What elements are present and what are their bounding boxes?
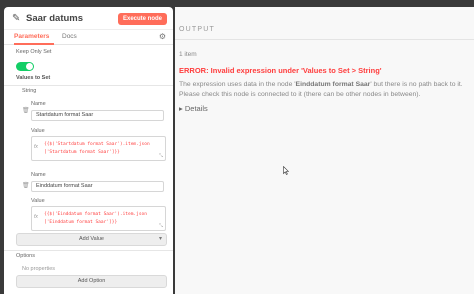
error-node-name: Einddatum format Saar (295, 81, 371, 88)
no-properties-text: No properties (22, 266, 56, 272)
add-value-label: Add Value (79, 236, 104, 242)
options-label: Options (16, 253, 35, 259)
trash-icon[interactable]: 🗑 (22, 182, 30, 189)
expression-input[interactable]: fx {{$('Einddatum format Saar').item.jso… (31, 206, 166, 231)
node-title[interactable]: Saar datums (26, 13, 83, 24)
name-input[interactable]: Startdatum format Saar (31, 110, 164, 121)
resize-handle-icon[interactable]: ⤡ (159, 153, 163, 159)
trash-icon[interactable]: 🗑 (22, 107, 30, 114)
execute-node-button[interactable]: Execute node (117, 13, 167, 25)
value-label: Value (31, 128, 45, 134)
details-toggle[interactable]: ▸ Details (179, 104, 208, 113)
error-title: ERROR: Invalid expression under 'Values … (179, 66, 382, 75)
value-label: Value (31, 198, 45, 204)
output-panel: OUTPUT 1 item ERROR: Invalid expression … (175, 7, 474, 294)
expression-line: {{$('Startdatum format Saar').item.json (44, 142, 150, 147)
values-to-set-label: Values to Set (16, 75, 51, 81)
pencil-icon[interactable]: ✎ (12, 13, 23, 24)
tab-parameters[interactable]: Parameters (14, 33, 49, 40)
node-header: ✎ Saar datums Execute node (4, 7, 173, 30)
keep-only-set-toggle[interactable] (16, 62, 34, 71)
expression-input[interactable]: fx {{$('Startdatum format Saar').item.js… (31, 136, 166, 161)
node-panel: ✎ Saar datums Execute node Parameters Do… (4, 7, 173, 294)
add-value-button[interactable]: Add Value ▾ (16, 233, 167, 246)
divider (4, 85, 173, 86)
name-label: Name (31, 172, 46, 178)
keep-only-set-label: Keep Only Set (16, 49, 52, 55)
tab-bar: Parameters Docs ⚙ (4, 30, 173, 45)
gear-icon[interactable]: ⚙ (159, 32, 166, 41)
add-option-label: Add Option (77, 278, 106, 284)
error-message: The expression uses data in the node 'Ei… (179, 80, 467, 100)
add-option-button[interactable]: Add Option (16, 275, 167, 288)
resize-handle-icon[interactable]: ⤡ (159, 223, 163, 229)
expression-line: {{$('Einddatum format Saar').item.json (44, 212, 147, 217)
toggle-knob (26, 63, 33, 70)
name-label: Name (31, 101, 46, 107)
name-input[interactable]: Einddatum format Saar (31, 181, 164, 192)
item-count: 1 item (179, 51, 197, 58)
expression-line: ['Startdatum format Saar']}} (44, 150, 120, 155)
error-message-part: The expression uses data in the node ' (179, 81, 296, 88)
mouse-cursor-icon (283, 166, 289, 175)
divider (4, 250, 173, 251)
expression-line: ['Einddatum format Saar']}} (44, 220, 118, 225)
string-section-label: String (22, 88, 37, 94)
output-header: OUTPUT (175, 7, 474, 40)
active-tab-indicator (14, 43, 54, 45)
output-title: OUTPUT (179, 26, 215, 33)
details-label: Details (184, 104, 208, 113)
fx-icon: fx (34, 144, 38, 150)
chevron-down-icon: ▾ (158, 236, 162, 242)
fx-icon: fx (34, 214, 38, 220)
tab-docs[interactable]: Docs (62, 33, 77, 40)
chevron-right-icon: ▸ (179, 104, 183, 113)
